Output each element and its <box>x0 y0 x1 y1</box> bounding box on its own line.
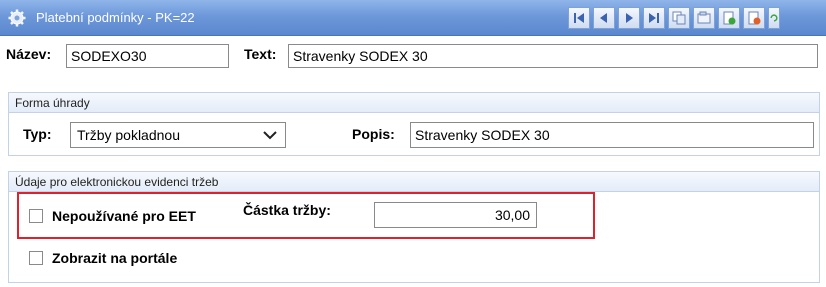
description-input[interactable]: Stravenky SODEX 30 <box>410 122 814 148</box>
new-record-button[interactable] <box>718 7 740 29</box>
eet-group-title: Údaje pro elektronickou evidenci tržeb <box>9 172 819 192</box>
window-title: Platební podmínky - PK=22 <box>36 10 195 25</box>
highlight-box <box>17 192 595 239</box>
window-titlebar: Platební podmínky - PK=22 <box>0 0 826 36</box>
first-record-button[interactable] <box>568 7 590 29</box>
new-icon <box>723 11 736 25</box>
name-input[interactable]: SODEXO30 <box>66 44 229 68</box>
last-record-button[interactable] <box>643 7 665 29</box>
refresh-button[interactable] <box>768 7 780 29</box>
show-on-portal-checkbox[interactable] <box>29 251 43 265</box>
name-label: Název: <box>6 46 52 62</box>
last-icon <box>649 13 659 23</box>
type-select[interactable]: Tržby pokladnou <box>70 122 286 148</box>
delete-icon <box>748 11 761 25</box>
prev-icon <box>600 13 607 23</box>
prev-record-button[interactable] <box>593 7 615 29</box>
record-toolbar <box>568 7 780 29</box>
duplicate-button[interactable] <box>693 7 715 29</box>
delete-record-button[interactable] <box>743 7 765 29</box>
text-label: Text: <box>244 46 277 62</box>
chevron-down-icon <box>263 131 277 140</box>
description-label: Popis: <box>352 126 395 142</box>
duplicate-icon <box>697 11 711 24</box>
type-select-value: Tržby pokladnou <box>77 127 180 143</box>
type-label: Typ: <box>23 126 52 142</box>
next-record-button[interactable] <box>618 7 640 29</box>
refresh-icon <box>770 14 778 22</box>
copy-button[interactable] <box>668 7 690 29</box>
show-on-portal-label: Zobrazit na portále <box>52 250 178 266</box>
next-icon <box>626 13 633 23</box>
copy-icon <box>672 11 686 25</box>
gear-icon <box>8 9 26 27</box>
payment-form-group-title: Forma úhrady <box>9 93 819 113</box>
first-icon <box>574 13 584 23</box>
text-input[interactable]: Stravenky SODEX 30 <box>288 44 818 68</box>
